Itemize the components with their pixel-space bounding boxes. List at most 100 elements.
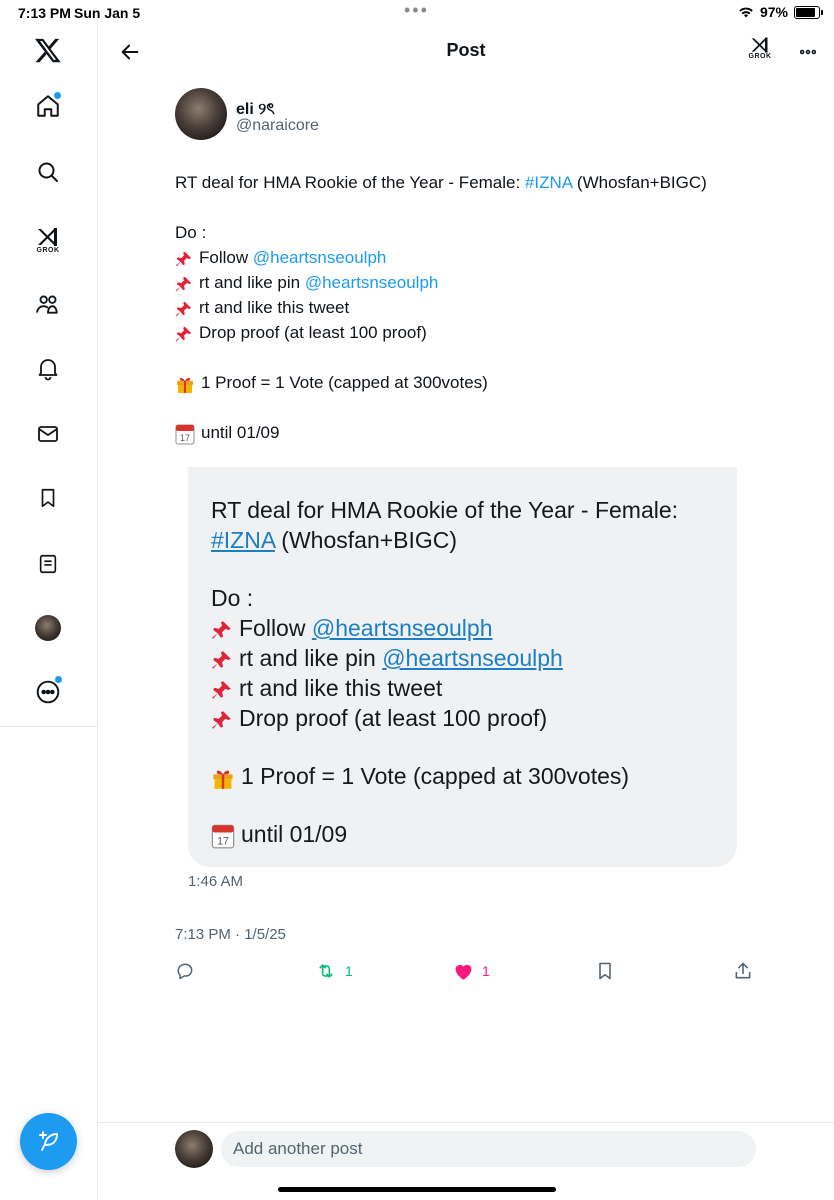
status-bar: 7:13 PM Sun Jan 5 ••• 97% (0, 0, 834, 26)
post-image[interactable]: RT deal for HMA Rookie of the Year - Fem… (188, 467, 737, 867)
proof-text: 1 Proof = 1 Vote (capped at 300votes) (201, 373, 488, 392)
home-indicator[interactable] (278, 1187, 556, 1192)
calendar-day: 17 (180, 433, 190, 443)
status-date: Sun Jan 5 (74, 5, 141, 21)
like-count: 1 (482, 963, 490, 979)
pushpin-icon (212, 711, 231, 729)
post-line: RT deal for HMA Rookie of the Year - Fem… (175, 170, 785, 195)
calendar-icon: 17 (175, 424, 195, 445)
sidebar-item-more[interactable] (28, 672, 68, 712)
retweet-count: 1 (345, 963, 353, 979)
post-line: 1 Proof = 1 Vote (capped at 300votes) (175, 370, 785, 395)
like-button[interactable]: 1 (453, 956, 490, 986)
home-notification-dot (53, 91, 62, 100)
reply-avatar[interactable] (175, 1130, 213, 1168)
heart-filled-icon (455, 964, 472, 980)
image-line: 17 until 01/09 (211, 819, 721, 849)
mention-link[interactable]: @heartsnseoulph (253, 248, 387, 267)
author-avatar[interactable] (175, 88, 227, 140)
post-line: Follow @heartsnseoulph (175, 245, 785, 270)
sidebar-item-explore[interactable] (28, 152, 68, 192)
bell-icon (38, 359, 58, 381)
status-right: 97% (738, 4, 823, 20)
calendar-day: 17 (217, 835, 229, 847)
rt-tweet-text: rt and like this tweet (199, 298, 350, 317)
sidebar-item-communities[interactable] (28, 284, 68, 324)
post-header: Post GROK (98, 26, 834, 76)
image-drop-text: Drop proof (at least 100 proof) (239, 705, 548, 731)
gift-icon (213, 770, 233, 789)
list-icon (39, 554, 57, 574)
bookmark-button[interactable] (595, 956, 615, 986)
image-line: rt and like this tweet (211, 673, 721, 703)
image-text: RT deal for HMA Rookie of the Year - Fem… (211, 495, 721, 849)
pushpin-icon (212, 621, 231, 639)
pushpin-icon (175, 301, 192, 316)
status-time: 7:13 PM (18, 5, 71, 21)
x-logo-icon[interactable] (28, 30, 68, 70)
follow-text: Follow (199, 248, 253, 267)
post-text: RT deal for HMA Rookie of the Year - Fem… (175, 170, 785, 445)
gift-icon (177, 377, 193, 393)
mention-link[interactable]: @heartsnseoulph (305, 273, 439, 292)
search-icon (38, 162, 58, 182)
sidebar-divider (0, 726, 97, 727)
grok-label: GROK (36, 246, 60, 254)
pushpin-icon (175, 326, 192, 341)
retweet-button[interactable]: 1 (315, 956, 353, 986)
until-text: until 01/09 (201, 423, 280, 442)
share-button[interactable] (733, 956, 753, 986)
post-line: 17 until 01/09 (175, 420, 785, 445)
post-line1-text: RT deal for HMA Rookie of the Year - Fem… (175, 173, 525, 192)
image-line2-tail: (Whosfan+BIGC) (274, 527, 458, 553)
reply-button[interactable] (175, 956, 203, 986)
post-line1-tail: (Whosfan+BIGC) (572, 173, 707, 192)
image-do: Do : (211, 585, 254, 611)
image-proof-text: 1 Proof = 1 Vote (capped at 300votes) (241, 763, 630, 789)
post-line: Drop proof (at least 100 proof) (175, 320, 785, 345)
image-line: Follow @heartsnseoulph (211, 613, 721, 643)
multitasking-dots-icon[interactable]: ••• (404, 0, 429, 21)
pushpin-icon (175, 276, 192, 291)
bookmark-icon (599, 962, 611, 980)
sidebar-item-grok[interactable]: GROK (28, 220, 68, 260)
grok-icon (38, 227, 57, 246)
image-line: rt and like pin @heartsnseoulph (211, 643, 721, 673)
sidebar-item-lists[interactable] (28, 544, 68, 584)
more-notification-dot (54, 675, 63, 684)
compose-button[interactable] (20, 1113, 77, 1170)
post-timestamp[interactable]: 7:13 PM · 1/5/25 (175, 926, 286, 943)
post-do: Do : (175, 223, 207, 242)
wifi-icon (739, 7, 753, 18)
sidebar-item-notifications[interactable] (28, 348, 68, 388)
share-icon (735, 962, 751, 979)
battery-percent: 97% (759, 4, 788, 20)
image-line: #IZNA (Whosfan+BIGC) (211, 525, 721, 555)
communities-icon (36, 295, 58, 314)
image-timestamp: 1:46 AM (188, 873, 244, 890)
sidebar-item-profile[interactable] (28, 608, 68, 648)
envelope-icon (38, 426, 58, 442)
reply-input[interactable] (221, 1131, 756, 1167)
image-rt-pin-text: rt and like pin (239, 645, 383, 671)
action-bar: 1 1 (175, 956, 775, 986)
image-follow-text: Follow (239, 615, 312, 641)
hashtag-link[interactable]: #IZNA (525, 173, 572, 192)
sidebar-item-messages[interactable] (28, 414, 68, 454)
image-line1: RT deal for HMA Rookie of the Year - Fem… (211, 497, 679, 523)
image-mention: @heartsnseoulph (382, 645, 563, 671)
reply-icon (177, 963, 193, 980)
page-title: Post (446, 40, 486, 60)
post-line: rt and like this tweet (175, 295, 785, 320)
pushpin-icon (175, 251, 192, 266)
pushpin-icon (212, 651, 231, 669)
author-handle[interactable]: @naraicore (236, 117, 319, 135)
sidebar-item-home[interactable] (28, 86, 68, 126)
grok-icon (751, 37, 768, 53)
grok-button[interactable]: GROK (748, 36, 772, 68)
sidebar-item-bookmarks[interactable] (28, 478, 68, 518)
bookmark-icon (41, 488, 55, 508)
more-options-button[interactable] (794, 38, 822, 66)
pushpin-icon (212, 681, 231, 699)
battery-icon (794, 5, 823, 19)
